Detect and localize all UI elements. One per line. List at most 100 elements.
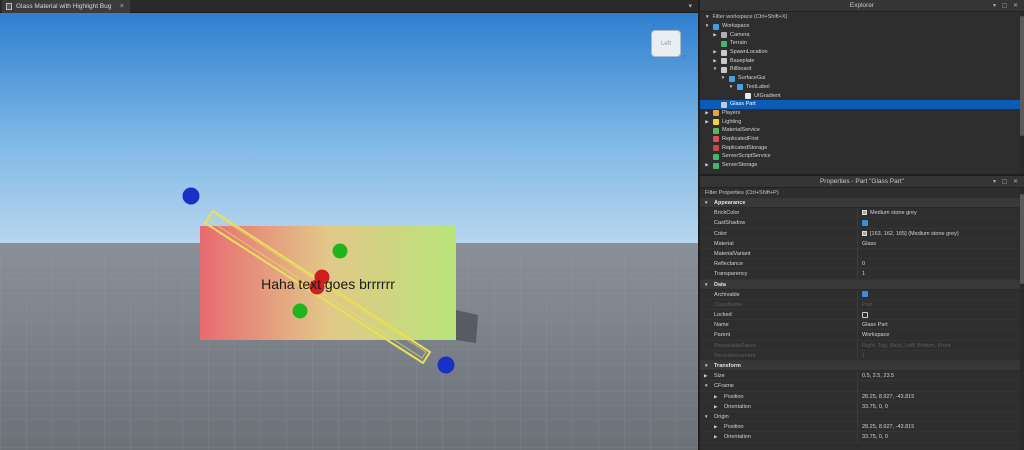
expanded-arrow-icon[interactable]: ▼ (720, 74, 726, 83)
explorer-scroll-thumb[interactable] (1020, 16, 1024, 136)
explorer-item[interactable]: ▼ Billboard (700, 65, 1024, 74)
property-row[interactable]: MaterialVariant (700, 248, 1024, 260)
move-handle-blue[interactable] (437, 356, 455, 374)
panel-controls[interactable]: ▾ ▢ ✕ (993, 176, 1020, 188)
collapsed-arrow-icon[interactable]: ▶ (714, 402, 717, 412)
property-row[interactable]: Reflectance 0 (700, 259, 1024, 270)
explorer-item[interactable]: ▶ Baseplate (700, 57, 1024, 66)
property-value[interactable]: 28.25, 8.927, -43.815 (862, 422, 914, 432)
move-handle-green[interactable] (292, 303, 308, 319)
explorer-item[interactable]: Glass Part (700, 100, 1024, 109)
property-row[interactable]: ▶ Position 28.25, 8.927, -43.815 (700, 391, 1024, 402)
collapsed-arrow-icon[interactable]: ▶ (704, 161, 710, 170)
explorer-item[interactable]: UIGradient (700, 92, 1024, 101)
property-value[interactable]: Glass Part (862, 320, 888, 330)
property-value[interactable]: Medium stone grey (862, 208, 917, 218)
property-section[interactable]: ▼ Transform (700, 361, 1024, 372)
explorer-item[interactable]: ▶ ServerStorage (700, 161, 1024, 170)
move-handle-green[interactable] (332, 243, 348, 259)
explorer-filter-input[interactable]: Filter workspace (Ctrl+Shift+X) (712, 14, 787, 20)
explorer-item[interactable]: ▼ SurfaceGui (700, 74, 1024, 83)
viewport-scene[interactable] (0, 13, 698, 450)
property-value[interactable]: 33.75, 0, 0 (862, 402, 888, 412)
property-value[interactable]: 33.75, 0, 0 (862, 432, 888, 442)
collapsed-arrow-icon[interactable]: ▶ (704, 109, 710, 118)
explorer-item[interactable]: Terrain (700, 39, 1024, 48)
checkbox-unchecked[interactable] (862, 311, 868, 318)
property-section[interactable]: ▼ Data (700, 279, 1024, 290)
property-row[interactable]: ▶ Position 28.25, 8.927, -43.815 (700, 422, 1024, 433)
properties-filter[interactable]: Filter Properties (Ctrl+Shift+P) (700, 188, 1024, 198)
property-row[interactable]: ClassName Part (700, 299, 1024, 311)
explorer-item[interactable]: ServerScriptService (700, 152, 1024, 161)
property-row[interactable]: ▶ Size 0.5, 2.5, 23.5 (700, 371, 1024, 382)
property-row[interactable]: ResizeableFaces Right, Top, Back, Left, B… (700, 340, 1024, 351)
expanded-arrow-icon[interactable]: ▼ (704, 361, 708, 371)
collapsed-arrow-icon[interactable]: ▶ (714, 432, 717, 442)
property-value[interactable] (862, 290, 870, 300)
property-row[interactable]: Color [163, 162, 165] (Medium stone grey) (700, 228, 1024, 239)
explorer-item[interactable]: ReplicatedStorage (700, 144, 1024, 153)
collapsed-arrow-icon[interactable]: ▶ (712, 57, 718, 66)
color-swatch[interactable] (862, 210, 867, 216)
panel-controls[interactable]: ▾ ▢ ✕ (993, 0, 1020, 12)
collapsed-arrow-icon[interactable]: ▶ (714, 392, 717, 402)
expanded-arrow-icon[interactable]: ▼ (704, 381, 708, 391)
collapsed-arrow-icon[interactable]: ▶ (704, 118, 710, 127)
property-value[interactable] (862, 218, 870, 228)
property-row[interactable]: CastShadow (700, 218, 1024, 229)
property-value[interactable] (862, 310, 870, 320)
expanded-arrow-icon[interactable]: ▼ (728, 83, 734, 92)
property-value[interactable]: Glass (862, 239, 876, 249)
property-value[interactable]: 0.5, 2.5, 23.5 (862, 371, 894, 381)
property-row[interactable]: ▼ Origin (700, 411, 1024, 423)
property-value[interactable]: 1 (862, 351, 865, 361)
expanded-arrow-icon[interactable]: ▼ (712, 65, 718, 74)
collapsed-arrow-icon[interactable]: ▶ (712, 48, 718, 57)
move-handle-blue[interactable] (182, 187, 200, 205)
expanded-arrow-icon[interactable]: ▼ (704, 198, 708, 208)
close-icon[interactable]: × (120, 0, 124, 13)
explorer-item[interactable]: ▼ TextLabel (700, 83, 1024, 92)
explorer-item[interactable]: ▶ SpawnLocation (700, 48, 1024, 57)
properties-filter-input[interactable]: Filter Properties (Ctrl+Shift+P) (705, 190, 779, 196)
property-row[interactable]: ▶ Orientation 33.75, 0, 0 (700, 432, 1024, 443)
property-value[interactable]: 1 (862, 269, 865, 279)
property-row[interactable]: Name Glass Part (700, 320, 1024, 331)
properties-scroll-thumb[interactable] (1020, 194, 1024, 284)
chevron-down-icon[interactable]: ▾ (688, 0, 692, 13)
checkbox-checked[interactable] (862, 291, 868, 298)
property-value[interactable]: [163, 162, 165] (Medium stone grey) (862, 229, 959, 239)
property-row[interactable]: Parent Workspace (700, 330, 1024, 341)
property-row[interactable]: Transparency 1 (700, 269, 1024, 280)
property-value[interactable]: Part (862, 300, 872, 310)
properties-scrollbar[interactable] (1020, 188, 1024, 450)
3d-viewport[interactable]: Haha text goes brrrrrr Left Y Z (0, 13, 698, 450)
billboard-part[interactable] (200, 226, 456, 340)
collapsed-arrow-icon[interactable]: ▶ (712, 31, 718, 40)
collapsed-arrow-icon[interactable]: ▶ (704, 371, 707, 381)
explorer-filter[interactable]: ▼ Filter workspace (Ctrl+Shift+X) (700, 12, 1024, 22)
property-row[interactable]: ▼ CFrame (700, 381, 1024, 392)
explorer-item[interactable]: ▼ Workspace (700, 22, 1024, 31)
expanded-arrow-icon[interactable]: ▼ (704, 412, 708, 422)
property-value[interactable]: Workspace (862, 330, 889, 340)
move-handle-red[interactable] (309, 279, 325, 295)
explorer-scrollbar[interactable] (1020, 12, 1024, 174)
expanded-arrow-icon[interactable]: ▼ (704, 22, 710, 31)
explorer-item[interactable]: ▶ Camera (700, 31, 1024, 40)
property-value[interactable]: 0 (862, 259, 865, 269)
property-section[interactable]: ▼ Appearance (700, 198, 1024, 209)
document-tab[interactable]: Glass Material with Highlight Bug × (2, 0, 130, 13)
property-row[interactable]: Material Glass (700, 238, 1024, 249)
property-row[interactable]: BrickColor Medium stone grey (700, 208, 1024, 219)
explorer-item[interactable]: ▶ Lighting (700, 118, 1024, 127)
collapsed-arrow-icon[interactable]: ▶ (714, 422, 717, 432)
property-row[interactable]: Locked (700, 310, 1024, 321)
property-row[interactable]: Archivable (700, 289, 1024, 300)
checkbox-checked[interactable] (862, 219, 868, 226)
view-cube[interactable]: Left (651, 30, 681, 57)
explorer-item[interactable]: ▶ Players (700, 109, 1024, 118)
property-row[interactable]: ▶ Orientation 33.75, 0, 0 (700, 401, 1024, 412)
property-row[interactable]: ResizeIncrement 1 (700, 350, 1024, 361)
